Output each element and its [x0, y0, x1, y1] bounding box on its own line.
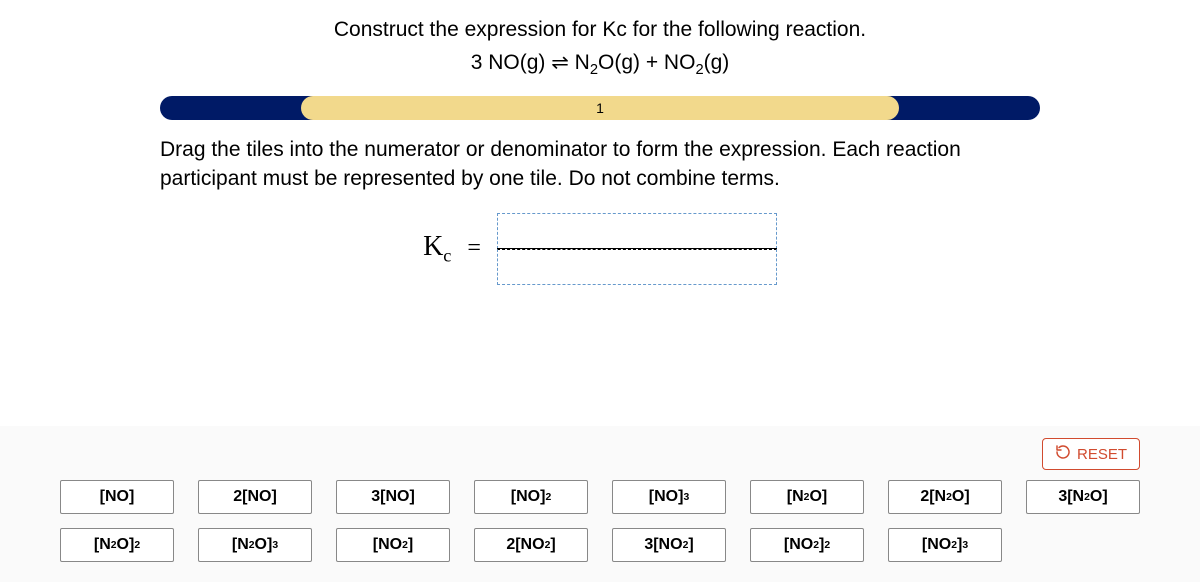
tile-2[interactable]: 3[NO] — [336, 480, 450, 514]
denominator-dropzone[interactable] — [497, 249, 777, 285]
tile-8[interactable]: [N2O]2 — [60, 528, 174, 562]
equals-sign: = — [467, 235, 481, 262]
reset-icon — [1055, 444, 1071, 464]
progress-bar: 1 — [160, 96, 1040, 120]
tile-14[interactable]: [NO2]3 — [888, 528, 1002, 562]
progress-pill[interactable]: 1 — [301, 96, 899, 120]
tile-13[interactable]: [NO2]2 — [750, 528, 864, 562]
numerator-dropzone[interactable] — [497, 213, 777, 249]
tile-11[interactable]: 2[NO2] — [474, 528, 588, 562]
reset-label: RESET — [1077, 446, 1127, 463]
instructions-text: Drag the tiles into the numerator or den… — [160, 136, 1040, 193]
kc-label: Kc — [423, 231, 451, 267]
reset-button[interactable]: RESET — [1042, 438, 1140, 470]
tile-7[interactable]: 3[N2O] — [1026, 480, 1140, 514]
reaction-equation: 3 NO(g) ⇌ N2O(g) + NO2(g) — [0, 50, 1200, 78]
tile-10[interactable]: [NO2] — [336, 528, 450, 562]
kc-expression: Kc = — [0, 213, 1200, 285]
tile-3[interactable]: [NO]2 — [474, 480, 588, 514]
tile-6[interactable]: 2[N2O] — [888, 480, 1002, 514]
tile-1[interactable]: 2[NO] — [198, 480, 312, 514]
tile-4[interactable]: [NO]3 — [612, 480, 726, 514]
tile-5[interactable]: [N2O] — [750, 480, 864, 514]
prompt-text: Construct the expression for Kc for the … — [0, 18, 1200, 42]
progress-label: 1 — [596, 100, 604, 116]
tile-9[interactable]: [N2O]3 — [198, 528, 312, 562]
tile-0[interactable]: [NO] — [60, 480, 174, 514]
tile-bank: RESET [NO]2[NO]3[NO][NO]2[NO]3[N2O]2[N2O… — [0, 426, 1200, 582]
tile-12[interactable]: 3[NO2] — [612, 528, 726, 562]
fraction-container — [497, 213, 777, 285]
